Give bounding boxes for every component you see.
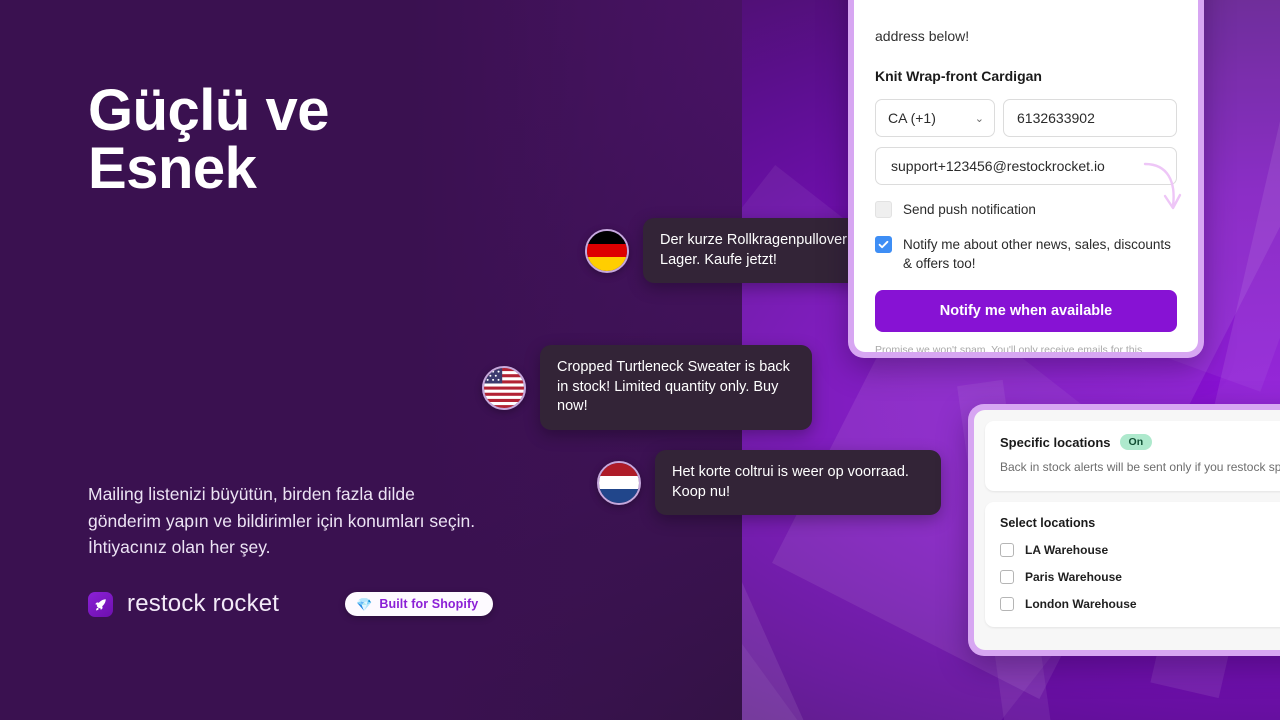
list-item[interactable]: Paris Warehouse bbox=[1000, 569, 1280, 584]
product-title: Knit Wrap-front Cardigan bbox=[875, 68, 1042, 85]
country-code-value: CA (+1) bbox=[888, 110, 936, 127]
specific-locations-panel: Specific locations On Back in stock aler… bbox=[985, 421, 1280, 491]
panel-title: Specific locations bbox=[1000, 434, 1111, 450]
location-name: London Warehouse bbox=[1025, 596, 1137, 611]
marketing-optin-row[interactable]: Notify me about other news, sales, disco… bbox=[875, 235, 1177, 274]
marketing-optin-checkbox[interactable] bbox=[875, 235, 892, 253]
select-locations-label: Select locations bbox=[1000, 515, 1096, 530]
push-notification-label: Send push notification bbox=[903, 202, 1036, 218]
usa-flag-icon bbox=[482, 365, 526, 410]
list-item[interactable]: London Warehouse bbox=[1000, 596, 1280, 611]
push-notification-checkbox[interactable] bbox=[875, 201, 892, 219]
panel-header: Specific locations On bbox=[1000, 434, 1280, 450]
location-checkbox[interactable] bbox=[1000, 569, 1014, 584]
email-value: support+123456@restockrocket.io bbox=[891, 158, 1105, 175]
curved-arrow-icon bbox=[1138, 158, 1184, 225]
headline-line-2: Esnek bbox=[88, 136, 257, 201]
location-checkbox[interactable] bbox=[1000, 542, 1014, 557]
country-code-select[interactable]: CA (+1) ⌄ bbox=[875, 99, 995, 138]
list-item[interactable]: LA Warehouse bbox=[1000, 542, 1280, 557]
phone-value: 6132633902 bbox=[1017, 110, 1095, 127]
diamond-gem-icon: 💎 bbox=[356, 596, 373, 612]
notification-bubble-dutch: Het korte coltrui is weer op voorraad. K… bbox=[597, 450, 941, 516]
hero-subtitle: Mailing listenizi büyütün, birden fazla … bbox=[88, 484, 476, 558]
marketing-optin-label: Notify me about other news, sales, disco… bbox=[903, 236, 1171, 272]
location-checkbox[interactable] bbox=[1000, 596, 1014, 611]
status-badge: On bbox=[1119, 434, 1153, 450]
page-title: Güçlü ve Esnek bbox=[88, 82, 548, 198]
netherlands-flag-icon bbox=[597, 460, 641, 505]
rocket-icon bbox=[88, 591, 113, 617]
badge-label: Built for Shopify bbox=[379, 597, 479, 611]
notify-me-button[interactable]: Notify me when available bbox=[875, 289, 1177, 332]
built-for-shopify-badge[interactable]: 💎 Built for Shopify bbox=[345, 592, 494, 616]
location-name: Paris Warehouse bbox=[1025, 569, 1122, 584]
location-name: LA Warehouse bbox=[1025, 542, 1109, 557]
locations-card-frame: Specific locations On Back in stock aler… bbox=[968, 404, 1280, 656]
phone-input[interactable]: 6132633902 bbox=[1003, 99, 1177, 138]
phone-field-row: CA (+1) ⌄ 6132633902 bbox=[875, 99, 1177, 138]
signup-lead-text: address below! bbox=[875, 28, 970, 44]
select-locations-panel: Select locations LA Warehouse Paris Ware… bbox=[985, 501, 1280, 627]
notification-bubble-english: Cropped Turtleneck Sweater is back in st… bbox=[482, 345, 812, 431]
email-input[interactable]: support+123456@restockrocket.io bbox=[875, 147, 1177, 186]
chevron-down-icon: ⌄ bbox=[974, 112, 984, 125]
specific-locations-card: Specific locations On Back in stock aler… bbox=[974, 410, 1280, 650]
germany-flag-icon bbox=[585, 228, 629, 273]
panel-description: Back in stock alerts will be sent only i… bbox=[1000, 460, 1280, 474]
logo-text: restock rocket bbox=[127, 590, 280, 617]
notification-message: Het korte coltrui is weer op voorraad. K… bbox=[655, 450, 941, 516]
brand-row: restock rocket 💎 Built for Shopify bbox=[88, 590, 494, 618]
headline-line-1: Güçlü ve bbox=[88, 78, 329, 143]
notification-message: Cropped Turtleneck Sweater is back in st… bbox=[540, 345, 812, 431]
push-notification-row[interactable]: Send push notification bbox=[875, 200, 1177, 220]
signup-fineprint: Promise we won't spam. You'll only recei… bbox=[875, 343, 1143, 352]
